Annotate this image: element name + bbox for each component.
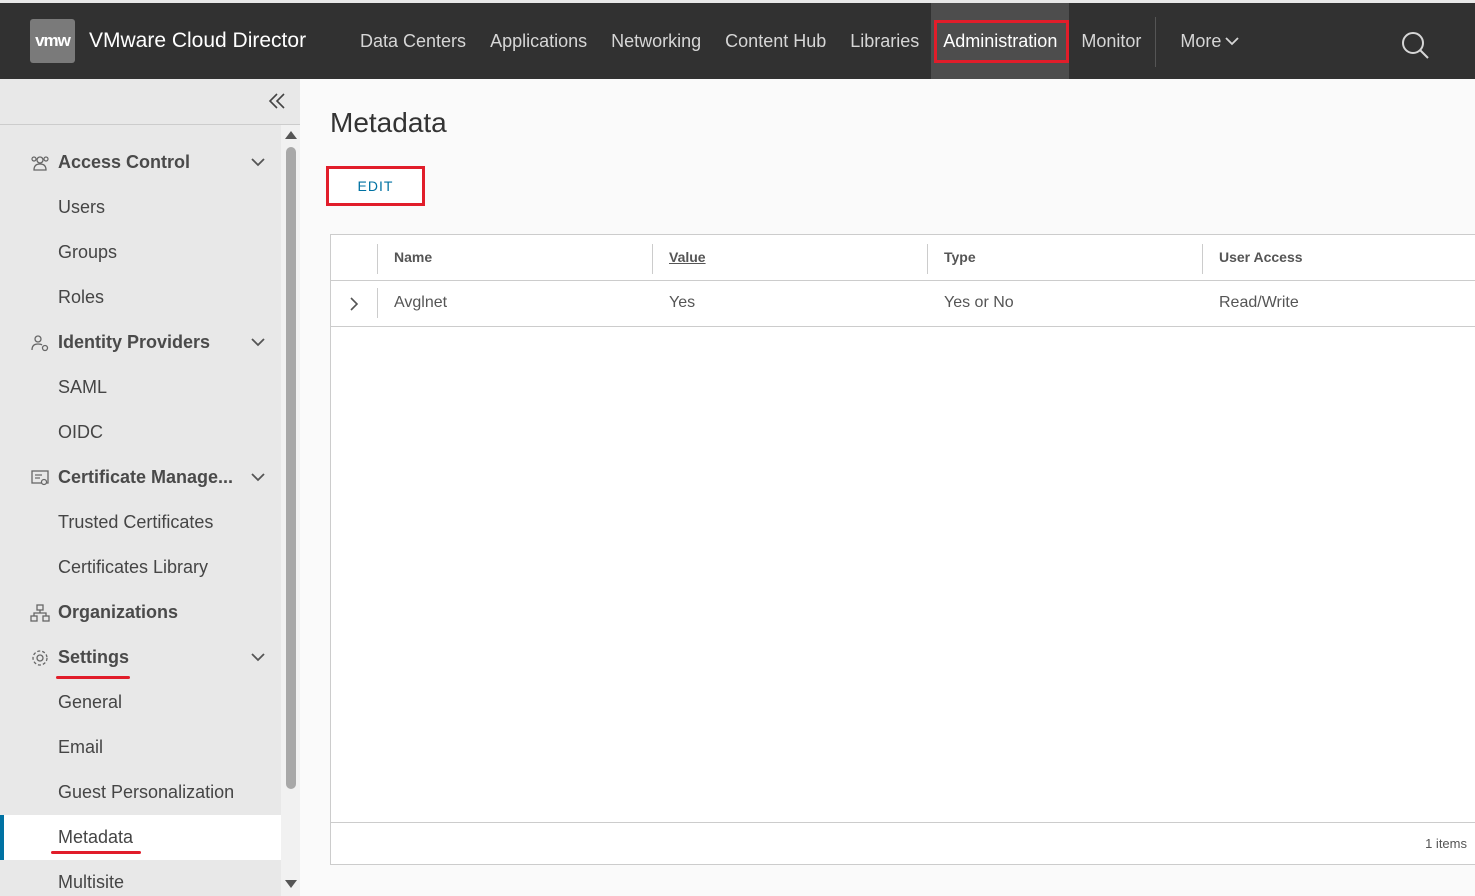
sidebar-item-certificates-library[interactable]: Certificates Library <box>0 545 281 590</box>
sidebar-item-label: Roles <box>58 287 105 307</box>
column-header-value[interactable]: Value <box>669 249 706 265</box>
table-row[interactable]: Avglnet Yes Yes or No Read/Write <box>331 281 1475 327</box>
metadata-grid: Name Value Type User Access Avglnet Yes … <box>330 234 1475 865</box>
sidebar-section-label: Organizations <box>58 602 179 622</box>
chevron-down-icon <box>1225 37 1240 46</box>
nav-content-hub[interactable]: Content Hub <box>713 3 838 79</box>
sidebar-section-label: Access Control <box>58 152 191 172</box>
nav-divider <box>1155 17 1157 67</box>
sidebar-section-organizations[interactable]: Organizations <box>0 590 281 635</box>
gear-icon <box>32 650 48 666</box>
sidebar-section-identity-providers[interactable]: Identity Providers <box>0 320 281 365</box>
app-title: VMware Cloud Director <box>89 29 307 52</box>
grid-footer: 1 items <box>331 822 1475 864</box>
cell-name: Avglnet <box>394 294 448 311</box>
sidebar-item-users[interactable]: Users <box>0 185 281 230</box>
sidebar-item-saml[interactable]: SAML <box>0 365 281 410</box>
annotation-underline <box>51 851 141 854</box>
sidebar-section-label: Settings <box>58 647 130 667</box>
nav-networking[interactable]: Networking <box>599 3 713 79</box>
sidebar-item-label: Trusted Certificates <box>58 512 214 532</box>
sidebar-section-label: Identity Providers <box>58 332 211 352</box>
column-header-type[interactable]: Type <box>944 249 976 265</box>
chevron-right-icon[interactable] <box>348 296 360 312</box>
sidebar-section-access-control[interactable]: Access Control <box>0 140 281 185</box>
sidebar-item-label: Guest Personalization <box>58 782 235 802</box>
column-header-name[interactable]: Name <box>394 249 432 265</box>
chevron-down-icon[interactable] <box>250 650 266 664</box>
users-icon <box>31 156 49 171</box>
scroll-down-arrow-icon[interactable] <box>285 880 297 888</box>
edit-button[interactable]: EDIT <box>326 166 425 206</box>
cell-user-access: Read/Write <box>1219 294 1299 311</box>
column-separator[interactable] <box>652 244 653 274</box>
sidebar-collapse-bar <box>0 79 300 125</box>
sidebar-item-trusted-certificates[interactable]: Trusted Certificates <box>0 500 281 545</box>
item-count: 1 items <box>1425 836 1467 851</box>
sidebar-section-label: Certificate Manage... <box>58 467 234 487</box>
sidebar-item-label: Metadata <box>58 827 134 847</box>
nav-monitor[interactable]: Monitor <box>1069 3 1153 79</box>
chevron-down-icon[interactable] <box>250 470 266 484</box>
page-title: Metadata <box>330 107 447 138</box>
main-content: Metadata EDIT Name Value Type User Acces… <box>300 79 1475 896</box>
nav-administration[interactable]: Administration <box>931 3 1070 79</box>
nav-libraries[interactable]: Libraries <box>838 3 931 79</box>
sidebar-item-general[interactable]: General <box>0 680 281 725</box>
sidebar-item-label: Multisite <box>58 872 125 892</box>
sidebar-item-email[interactable]: Email <box>0 725 281 770</box>
sidebar-section-settings[interactable]: Settings <box>0 635 281 680</box>
sidebar-item-label: SAML <box>58 377 108 397</box>
sidebar-item-label: Users <box>58 197 106 217</box>
cell-type: Yes or No <box>944 294 1014 311</box>
sidebar-item-roles[interactable]: Roles <box>0 275 281 320</box>
nav-more[interactable]: More <box>1168 3 1251 79</box>
annotation-underline <box>56 676 130 679</box>
column-separator[interactable] <box>377 244 378 274</box>
highlight-box <box>934 20 1070 63</box>
double-chevron-left-icon[interactable] <box>268 92 288 110</box>
vmware-logo: vmw <box>30 19 75 63</box>
grid-header: Name Value Type User Access <box>331 235 1475 281</box>
sidebar-item-metadata[interactable]: Metadata <box>0 815 281 860</box>
sidebar-item-label: Certificates Library <box>58 557 209 577</box>
sidebar-item-oidc[interactable]: OIDC <box>0 410 281 455</box>
sidebar-item-label: OIDC <box>58 422 103 442</box>
chevron-down-icon[interactable] <box>250 155 266 169</box>
column-separator[interactable] <box>927 244 928 274</box>
sidebar-item-label: Groups <box>58 242 118 262</box>
column-header-user-access[interactable]: User Access <box>1219 249 1303 265</box>
search-icon[interactable] <box>1400 30 1430 60</box>
sidebar-item-groups[interactable]: Groups <box>0 230 281 275</box>
nav-more-label: More <box>1180 30 1222 51</box>
sidebar-scrollbar[interactable] <box>281 125 300 896</box>
nav-data-centers[interactable]: Data Centers <box>348 3 478 79</box>
cell-value: Yes <box>669 294 696 311</box>
sidebar-nav: Access Control Users Groups Roles Identi… <box>0 140 281 896</box>
sidebar-item-guest-personalization[interactable]: Guest Personalization <box>0 770 281 815</box>
sidebar-item-label: General <box>58 692 123 712</box>
sidebar-section-certificate-management[interactable]: Certificate Manage... <box>0 455 281 500</box>
nav-applications[interactable]: Applications <box>478 3 599 79</box>
sidebar-item-label: Email <box>58 737 104 757</box>
organization-icon <box>30 604 50 622</box>
main-nav: Data Centers Applications Networking Con… <box>348 3 1251 79</box>
sidebar-item-multisite[interactable]: Multisite <box>0 860 281 896</box>
certificate-icon <box>31 470 49 486</box>
identity-icon <box>31 335 49 352</box>
chevron-down-icon[interactable] <box>250 335 266 349</box>
column-separator <box>377 288 378 318</box>
scroll-up-arrow-icon[interactable] <box>285 131 297 139</box>
scroll-thumb[interactable] <box>286 147 296 789</box>
column-separator[interactable] <box>1202 244 1203 274</box>
top-header: vmw VMware Cloud Director Data Centers A… <box>0 0 1475 79</box>
sidebar: Access Control Users Groups Roles Identi… <box>0 79 300 896</box>
